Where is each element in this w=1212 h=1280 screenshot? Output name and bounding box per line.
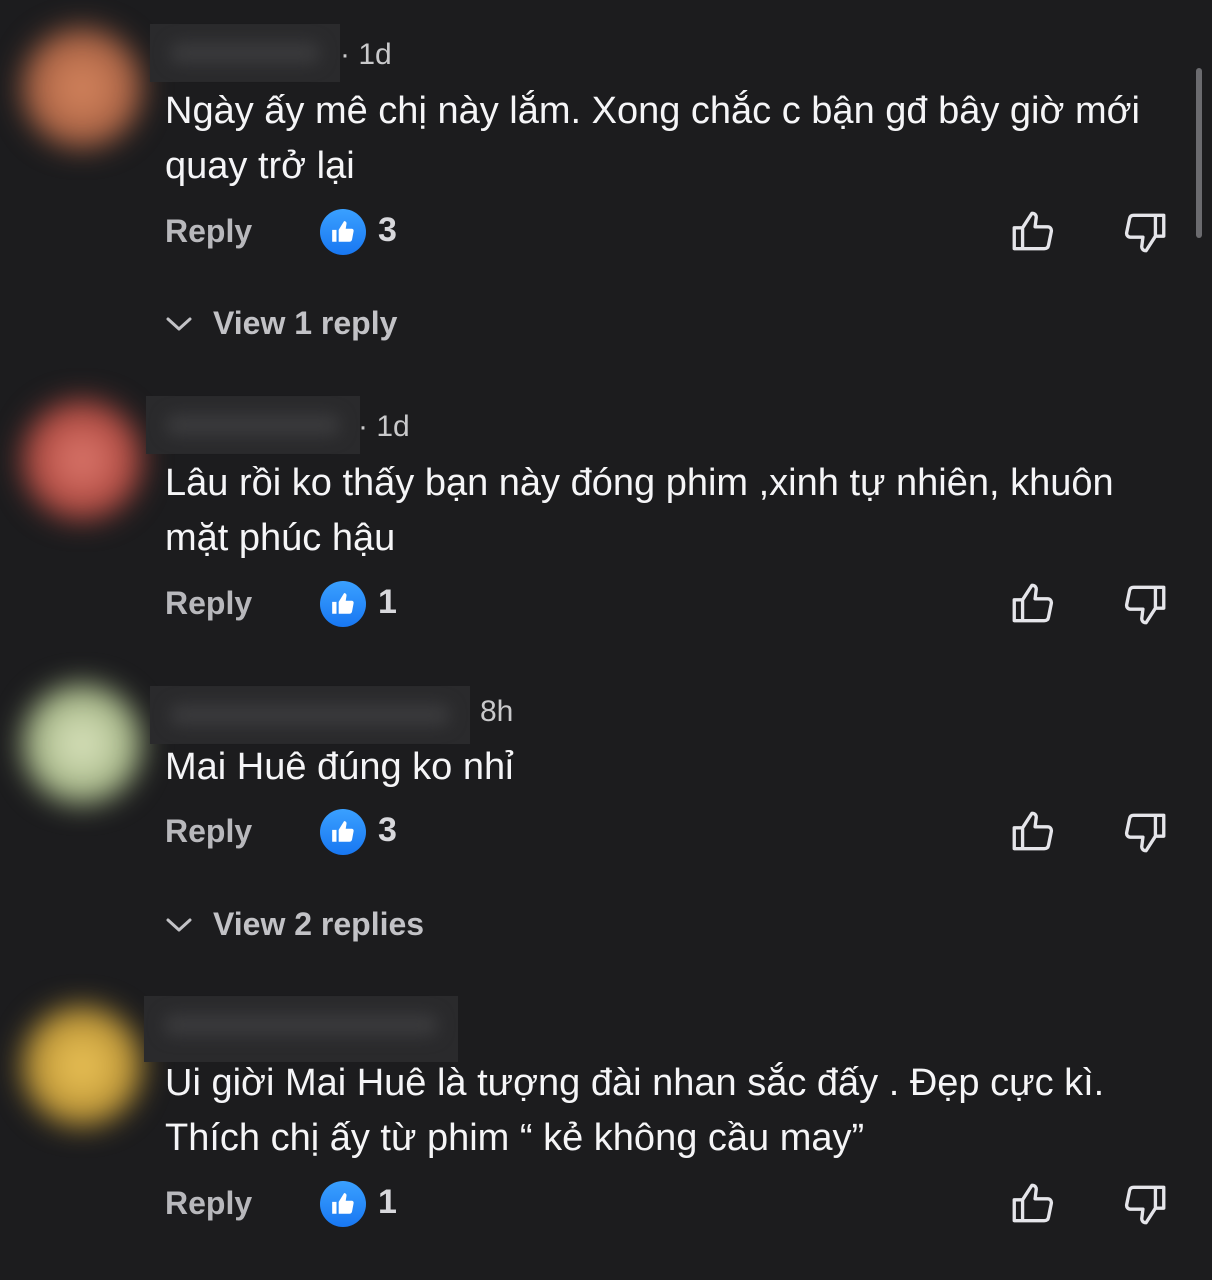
thumbs-down-button[interactable] [1120, 1179, 1170, 1229]
thumbs-up-button[interactable] [1008, 207, 1058, 257]
comment-actions: Reply 3 [0, 201, 1212, 261]
like-count: 3 [378, 811, 397, 849]
comment-time: 8h [480, 695, 514, 728]
comment-actions: Reply 1 [0, 573, 1212, 633]
avatar[interactable] [22, 400, 142, 520]
thumbs-up-button[interactable] [1008, 1179, 1058, 1229]
like-count: 3 [378, 211, 397, 249]
like-reaction-icon [320, 581, 366, 627]
view-replies-button[interactable]: View 2 replies [165, 906, 424, 943]
thumbs-down-outline-icon [1124, 585, 1166, 625]
like-count: 1 [378, 1183, 397, 1221]
avatar[interactable] [22, 684, 142, 804]
thumbs-up-button[interactable] [1008, 579, 1058, 629]
thumbs-up-outline-icon [1012, 583, 1054, 623]
reply-button[interactable]: Reply [165, 585, 252, 622]
scrollbar[interactable] [1196, 68, 1202, 238]
comment-time: · 1d [358, 410, 410, 443]
comment-text: Ui giời Mai Huê là tượng đài nhan sắc đấ… [165, 1062, 1105, 1159]
thumbs-down-button[interactable] [1120, 579, 1170, 629]
thumbs-up-button[interactable] [1008, 807, 1058, 857]
chevron-down-icon [166, 317, 192, 330]
avatar[interactable] [22, 28, 142, 148]
username-blurred[interactable] [144, 996, 458, 1062]
reply-button[interactable]: Reply [165, 813, 252, 850]
thumbs-up-outline-icon [1012, 1183, 1054, 1223]
username-blurred[interactable] [150, 686, 470, 744]
like-reaction-icon [320, 809, 366, 855]
chevron-down-icon [166, 918, 192, 931]
thumbs-up-outline-icon [1012, 811, 1054, 851]
comment-time: · 1d [340, 38, 392, 71]
comment-actions: Reply 1 [0, 1173, 1212, 1233]
view-replies-button[interactable]: View 1 reply [165, 305, 397, 342]
like-reaction-icon [320, 209, 366, 255]
like-reaction-icon [320, 1181, 366, 1227]
reply-button[interactable]: Reply [165, 213, 252, 250]
comment-text: Lâu rồi ko thấy bạn này đóng phim ,xinh … [165, 462, 1114, 559]
comment-text: Mai Huê đúng ko nhỉ [165, 746, 514, 788]
thumbs-down-outline-icon [1124, 213, 1166, 253]
view-replies-label: View 2 replies [213, 906, 425, 942]
thumbs-down-outline-icon [1124, 1185, 1166, 1225]
comment-text: Ngày ấy mê chị này lắm. Xong chắc c bận … [165, 90, 1140, 187]
like-count: 1 [378, 583, 397, 621]
thumbs-down-outline-icon [1124, 813, 1166, 853]
thumbs-down-button[interactable] [1120, 807, 1170, 857]
username-blurred[interactable] [146, 396, 360, 454]
reply-button[interactable]: Reply [165, 1185, 252, 1222]
username-blurred[interactable] [150, 24, 340, 82]
thumbs-up-outline-icon [1012, 211, 1054, 251]
comment-actions: Reply 3 [0, 801, 1212, 861]
view-replies-label: View 1 reply [213, 305, 398, 341]
avatar[interactable] [22, 1006, 142, 1126]
thumbs-down-button[interactable] [1120, 207, 1170, 257]
